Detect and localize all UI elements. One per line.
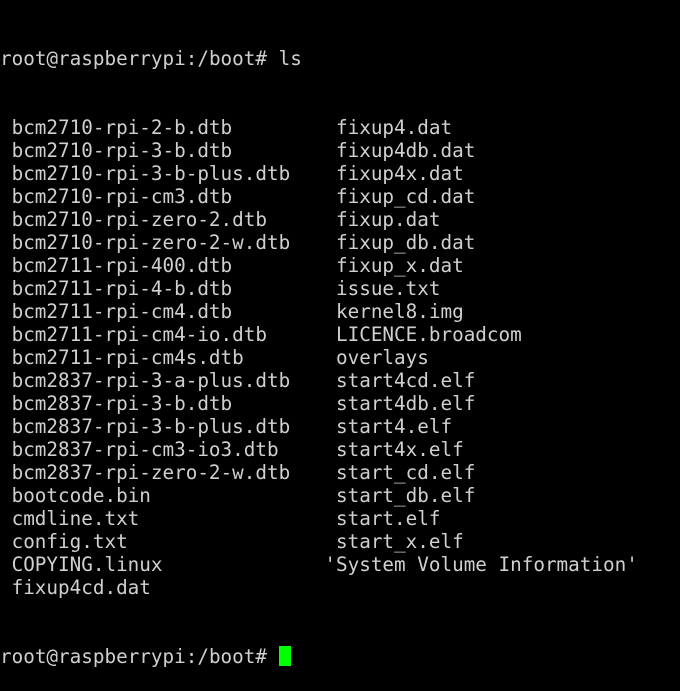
terminal[interactable]: root@raspberrypi:/boot# ls bcm2710-rpi-2… [0,1,638,691]
listing-row: bcm2710-rpi-zero-2.dtb fixup.dat [0,208,441,231]
listing-row: bcm2837-rpi-zero-2-w.dtb start_cd.elf [0,461,476,484]
file-entry: bcm2711-rpi-400.dtb [11,254,233,277]
listing-row: bcm2711-rpi-4-b.dtb issue.txt [0,277,441,300]
file-entry: COPYING.linux [11,553,163,576]
file-entry: bcm2837-rpi-zero-2-w.dtb [11,461,291,484]
listing-row: bcm2711-rpi-400.dtb fixup_x.dat [0,254,464,277]
file-entry: start_x.elf [336,530,464,553]
file-entry: bcm2710-rpi-2-b.dtb [11,116,233,139]
listing-row: bcm2710-rpi-2-b.dtb fixup4.dat [0,116,453,139]
file-entry: fixup4db.dat [336,139,476,162]
file-entry: start4.elf [336,415,453,438]
file-entry: config.txt [11,530,128,553]
file-entry: bcm2711-rpi-cm4-io.dtb [11,323,267,346]
command: ls [278,47,302,70]
file-entry: issue.txt [336,277,441,300]
file-entry: bcm2711-rpi-cm4s.dtb [11,346,244,369]
file-entry: overlays [336,346,429,369]
active-prompt-line[interactable]: root@raspberrypi:/boot# [0,645,302,668]
listing-row: bcm2710-rpi-3-b-plus.dtb fixup4x.dat [0,162,464,185]
file-entry: 'System Volume Information' [324,553,638,576]
file-entry: bcm2837-rpi-3-b.dtb [11,392,233,415]
listing-row: bcm2837-rpi-cm3-io3.dtb start4x.elf [0,438,464,461]
file-entry: fixup4.dat [336,116,453,139]
file-entry: start4cd.elf [336,369,476,392]
file-entry: start4x.elf [336,438,464,461]
file-entry: fixup4cd.dat [11,576,151,599]
listing-row: bcm2710-rpi-cm3.dtb fixup_cd.dat [0,185,476,208]
file-entry: fixup_db.dat [336,231,476,254]
file-entry: bcm2711-rpi-4-b.dtb [11,277,233,300]
file-entry: kernel8.img [336,300,464,323]
file-entry: bcm2837-rpi-3-b-plus.dtb [11,415,291,438]
file-entry: cmdline.txt [11,507,140,530]
listing-row: bcm2711-rpi-cm4.dtb kernel8.img [0,300,464,323]
listing-row: bcm2711-rpi-cm4s.dtb overlays [0,346,429,369]
listing-row: cmdline.txt start.elf [0,507,441,530]
prompt: root@raspberrypi:/boot# [0,645,279,668]
listing-row: bcm2710-rpi-zero-2-w.dtb fixup_db.dat [0,231,476,254]
file-entry: start.elf [336,507,441,530]
listing-row: fixup4cd.dat [0,576,302,599]
file-entry: fixup.dat [336,208,441,231]
listing-row: bcm2837-rpi-3-b-plus.dtb start4.elf [0,415,453,438]
listing-row: bcm2837-rpi-3-b.dtb start4db.elf [0,392,476,415]
listing-row: COPYING.linux 'System Volume Information' [0,553,638,576]
file-entry: fixup_x.dat [336,254,464,277]
cursor [278,646,291,666]
listing-row: bcm2711-rpi-cm4-io.dtb LICENCE.broadcom [0,323,522,346]
file-entry: start_db.elf [336,484,476,507]
file-entry: start4db.elf [336,392,476,415]
file-entry: bcm2710-rpi-zero-2-w.dtb [11,231,291,254]
file-entry: bcm2710-rpi-zero-2.dtb [11,208,267,231]
file-entry: bcm2710-rpi-3-b.dtb [11,139,233,162]
listing-row: bcm2710-rpi-3-b.dtb fixup4db.dat [0,139,476,162]
listing-row: bcm2837-rpi-3-a-plus.dtb start4cd.elf [0,369,476,392]
file-entry: bcm2837-rpi-cm3-io3.dtb [11,438,279,461]
file-entry: bcm2710-rpi-3-b-plus.dtb [11,162,291,185]
file-entry: start_cd.elf [336,461,476,484]
file-entry: bcm2711-rpi-cm4.dtb [11,300,233,323]
file-entry: fixup4x.dat [336,162,464,185]
file-entry: bcm2837-rpi-3-a-plus.dtb [11,369,291,392]
file-entry: bootcode.bin [11,484,151,507]
prompt: root@raspberrypi:/boot# [0,47,279,70]
file-entry: LICENCE.broadcom [336,323,522,346]
listing-row: config.txt start_x.elf [0,530,464,553]
file-entry: fixup_cd.dat [336,185,476,208]
command-line: root@raspberrypi:/boot# ls [0,47,302,70]
listing-row: bootcode.bin start_db.elf [0,484,476,507]
file-entry: bcm2710-rpi-cm3.dtb [11,185,233,208]
